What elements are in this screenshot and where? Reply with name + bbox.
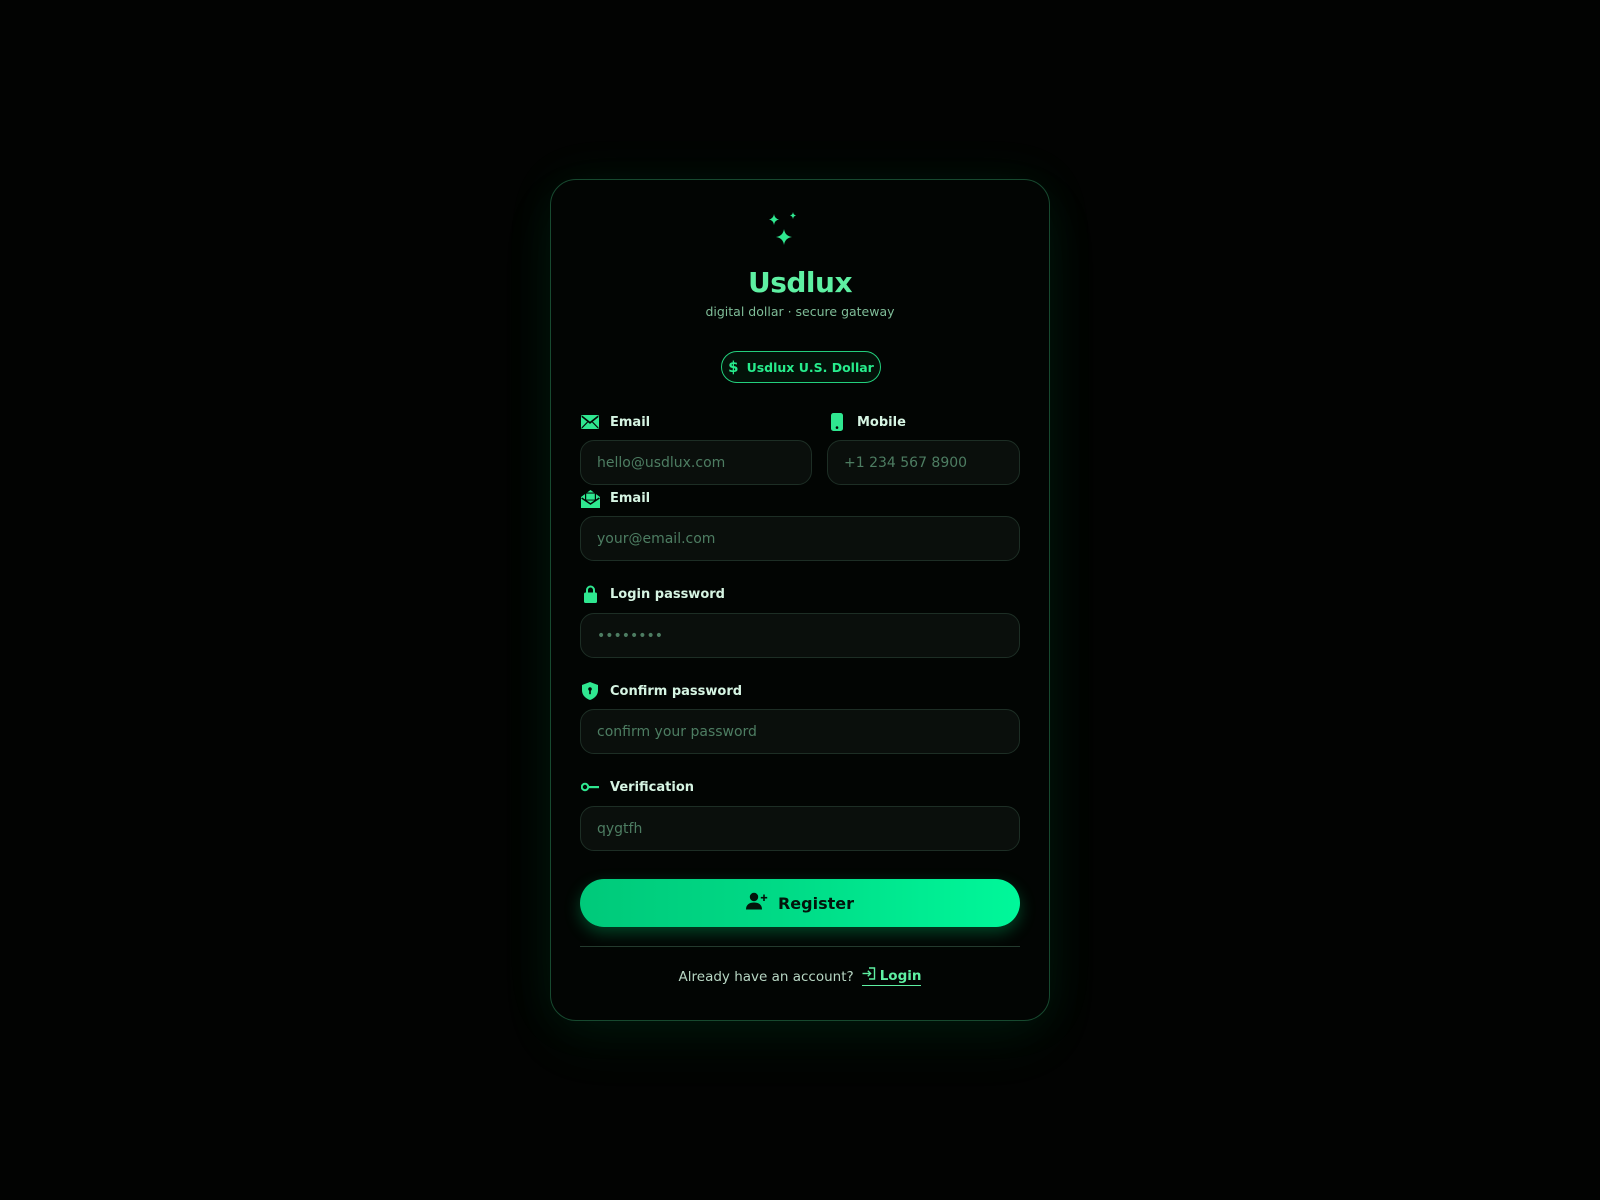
verification-label-text: Verification — [610, 779, 695, 795]
user-plus-icon — [745, 892, 768, 914]
password-input[interactable] — [580, 613, 1020, 658]
password-label: Login password — [580, 583, 725, 605]
email-top-input[interactable] — [580, 440, 812, 485]
brand-tagline: digital dollar · secure gateway — [705, 304, 895, 319]
confirm-password-label: Confirm password — [580, 680, 742, 702]
key-icon — [580, 777, 600, 797]
envelope-icon — [580, 412, 600, 432]
login-link[interactable]: Login — [861, 967, 922, 986]
password-label-text: Login password — [610, 586, 725, 602]
sparkles-icon — [769, 212, 796, 245]
currency-badge: $ Usdlux U.S. Dollar — [721, 351, 881, 383]
mobile-label-text: Mobile — [857, 414, 906, 430]
email-label-text: Email — [610, 490, 651, 506]
email-input[interactable] — [580, 516, 1020, 561]
currency-badge-label: Usdlux U.S. Dollar — [746, 359, 874, 375]
verification-input[interactable] — [580, 806, 1020, 851]
mobile-label: Mobile — [827, 411, 906, 433]
brand-name: Usdlux — [747, 266, 853, 299]
mobile-phone-icon — [827, 412, 847, 432]
login-link-label: Login — [879, 967, 922, 984]
divider — [580, 946, 1020, 947]
register-card: Usdlux digital dollar · secure gateway $… — [550, 179, 1050, 1021]
confirm-password-label-text: Confirm password — [610, 683, 743, 699]
mobile-input[interactable] — [827, 440, 1020, 485]
email-top-label-text: Email — [610, 414, 651, 430]
email-label: Email — [580, 487, 650, 509]
login-prompt: Already have an account? Login — [551, 967, 1049, 986]
lock-icon — [580, 584, 600, 604]
email-top-label: Email — [580, 411, 650, 433]
register-button-label: Register — [777, 893, 855, 913]
shield-icon — [580, 681, 600, 701]
confirm-password-input[interactable] — [580, 709, 1020, 754]
register-button[interactable]: Register — [580, 879, 1020, 927]
login-prompt-text: Already have an account? — [678, 968, 854, 985]
verification-label: Verification — [580, 776, 694, 798]
dollar-icon: $ — [728, 358, 739, 376]
envelope-open-icon — [580, 488, 600, 508]
sign-in-icon — [862, 967, 876, 984]
